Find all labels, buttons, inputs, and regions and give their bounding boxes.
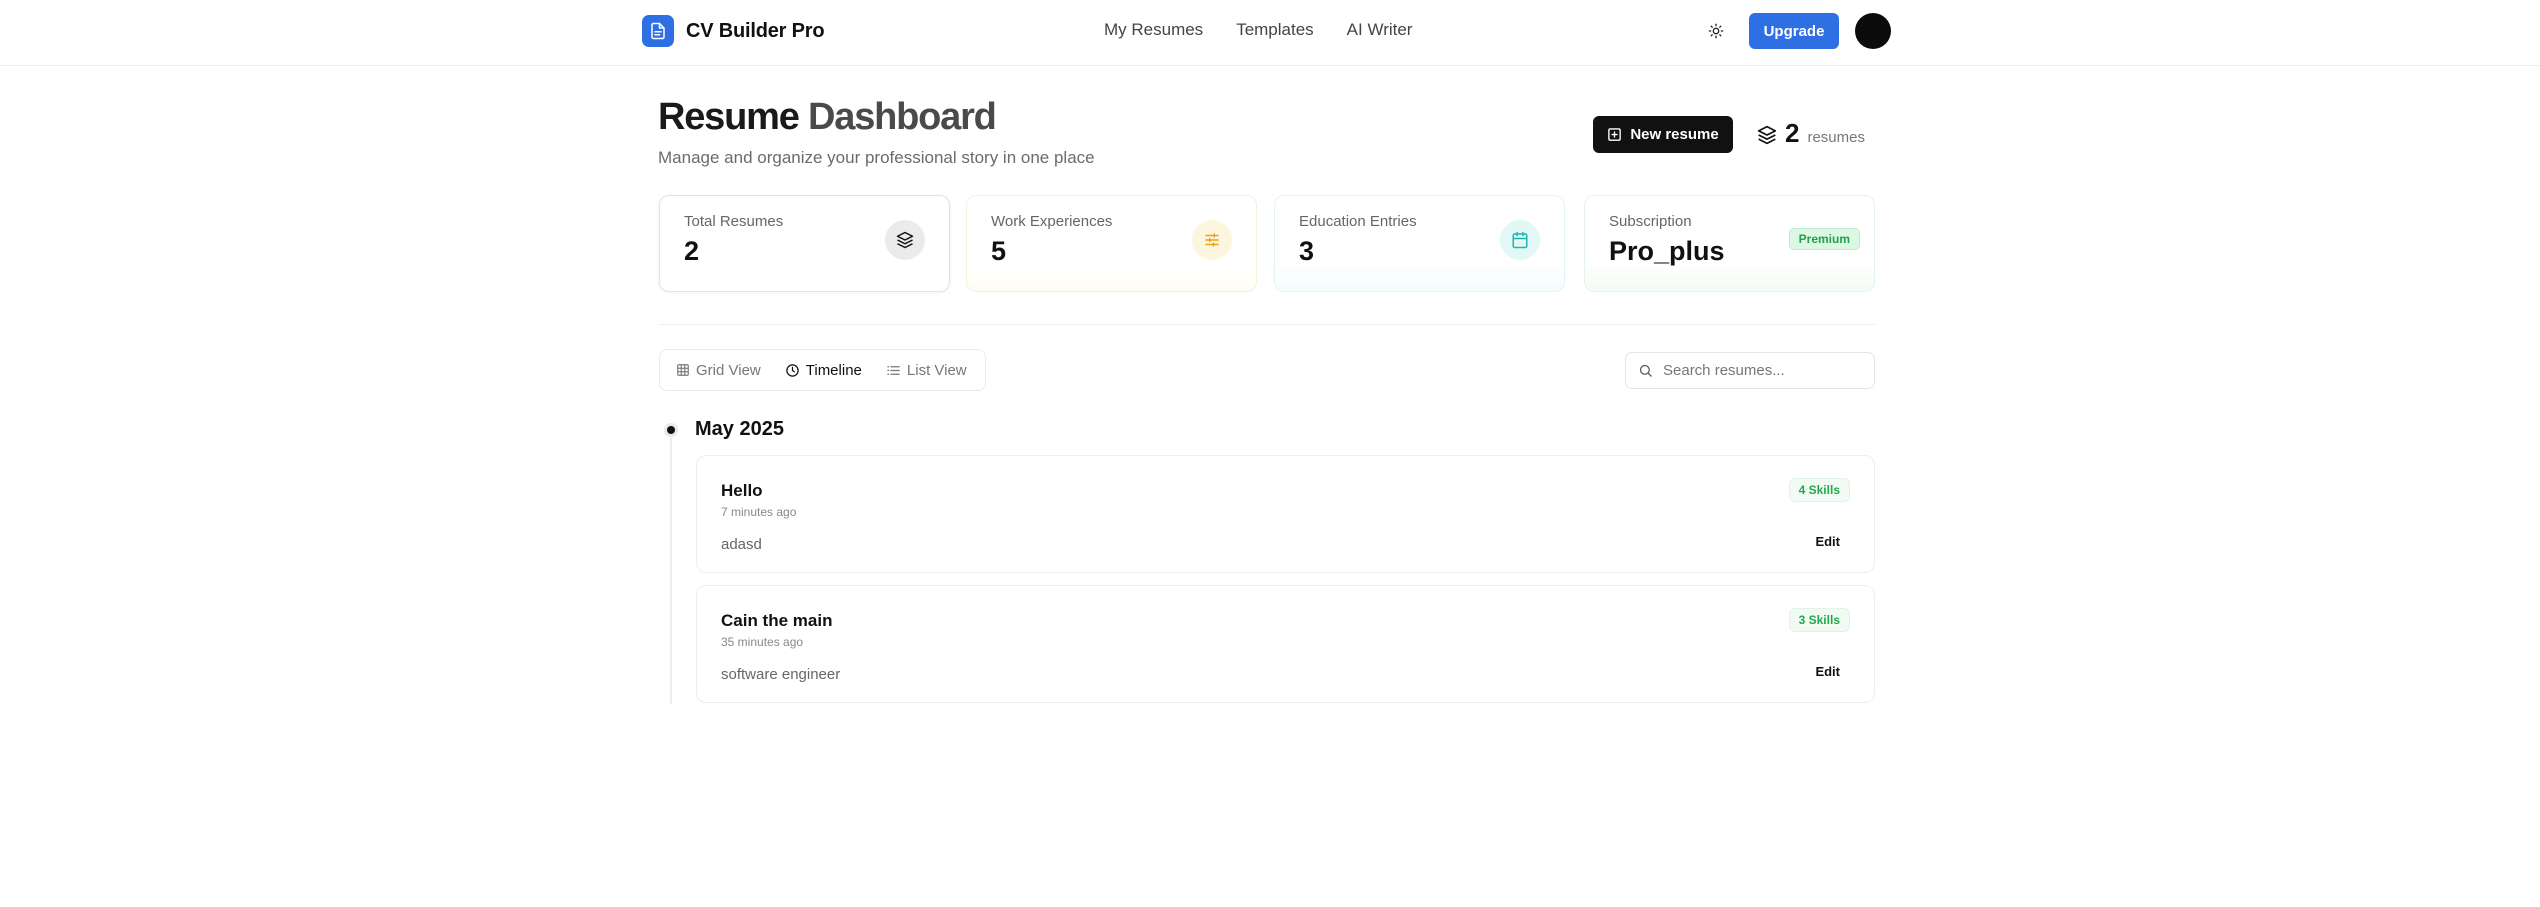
stat-label: Work Experiences [991,213,1113,230]
avatar[interactable] [1855,13,1891,49]
page-subtitle: Manage and organize your professional st… [658,148,1095,167]
skills-badge: 3 Skills [1788,608,1850,632]
nav-link-ai-writer[interactable]: AI Writer [1347,20,1413,40]
tab-label: List View [906,361,967,379]
timeline-line [670,438,672,704]
edit-button[interactable]: Edit [1815,664,1840,679]
resume-count-number: 2 [1785,118,1800,148]
stat-card-work-experiences: Work Experiences 5 [966,195,1257,292]
layers-icon [1757,125,1777,145]
sun-icon [1708,23,1724,39]
document-icon [642,15,674,47]
resume-description: software engineer [721,666,841,683]
section-divider [658,324,1876,325]
view-switcher: Grid View Timeline List View [659,349,986,391]
grid-icon [677,364,689,376]
resume-description: adasd [721,536,762,553]
stat-card-subscription: Subscription Pro_plus Premium [1584,195,1875,292]
new-resume-button[interactable]: New resume [1593,116,1733,153]
page-title: Resume Dashboard [658,96,997,139]
tab-timeline[interactable]: Timeline [775,355,872,385]
plus-square-icon [1608,128,1622,141]
stat-value: Pro_plus [1609,236,1725,266]
brand-name: CV Builder Pro [686,19,825,42]
main-nav: My Resumes Templates AI Writer [1104,20,1412,40]
edit-button[interactable]: Edit [1815,534,1840,549]
page-title-part2: Dashboard [808,96,997,138]
timeline-dot [664,423,678,437]
resume-card[interactable]: Cain the main 35 minutes ago software en… [696,585,1875,703]
search-icon [1639,364,1652,377]
stat-value: 3 [1299,236,1315,266]
resume-count: 2 resumes [1757,118,1865,149]
resume-timestamp: 7 minutes ago [721,505,797,519]
stat-value: 5 [991,236,1007,266]
list-icon [887,365,900,375]
sliders-icon [1192,220,1232,260]
upgrade-button[interactable]: Upgrade [1749,13,1839,49]
tab-label: Timeline [805,361,862,379]
search-input[interactable] [1663,362,1863,379]
stat-value: 2 [684,236,700,266]
search-box[interactable] [1625,352,1875,389]
resume-card[interactable]: Hello 7 minutes ago adasd 4 Skills Edit [696,455,1875,573]
stat-label: Education Entries [1299,213,1417,230]
stat-card-total-resumes: Total Resumes 2 [659,195,950,292]
stat-label: Total Resumes [684,213,784,230]
resume-title: Cain the main [721,611,833,630]
layers-icon [885,220,925,260]
resume-timestamp: 35 minutes ago [721,635,804,649]
nav-link-my-resumes[interactable]: My Resumes [1104,20,1203,40]
tab-list-view[interactable]: List View [876,355,977,385]
nav-link-templates[interactable]: Templates [1236,20,1313,40]
calendar-icon [1500,220,1540,260]
stat-card-education-entries: Education Entries 3 [1274,195,1565,292]
top-navigation: CV Builder Pro My Resumes Templates AI W… [0,0,2540,66]
clock-icon [786,363,799,377]
skills-badge: 4 Skills [1788,478,1850,502]
resume-title: Hello [721,481,763,500]
tab-grid-view[interactable]: Grid View [666,355,771,385]
premium-badge: Premium [1788,228,1860,250]
tab-label: Grid View [696,361,761,379]
theme-toggle-button[interactable] [1705,20,1727,42]
timeline-group-label: May 2025 [695,418,784,440]
stat-label: Subscription [1609,213,1692,230]
page-title-part1: Resume [658,96,800,138]
new-resume-label: New resume [1630,126,1719,143]
brand[interactable]: CV Builder Pro [642,15,825,47]
resume-count-label: resumes [1807,129,1865,146]
